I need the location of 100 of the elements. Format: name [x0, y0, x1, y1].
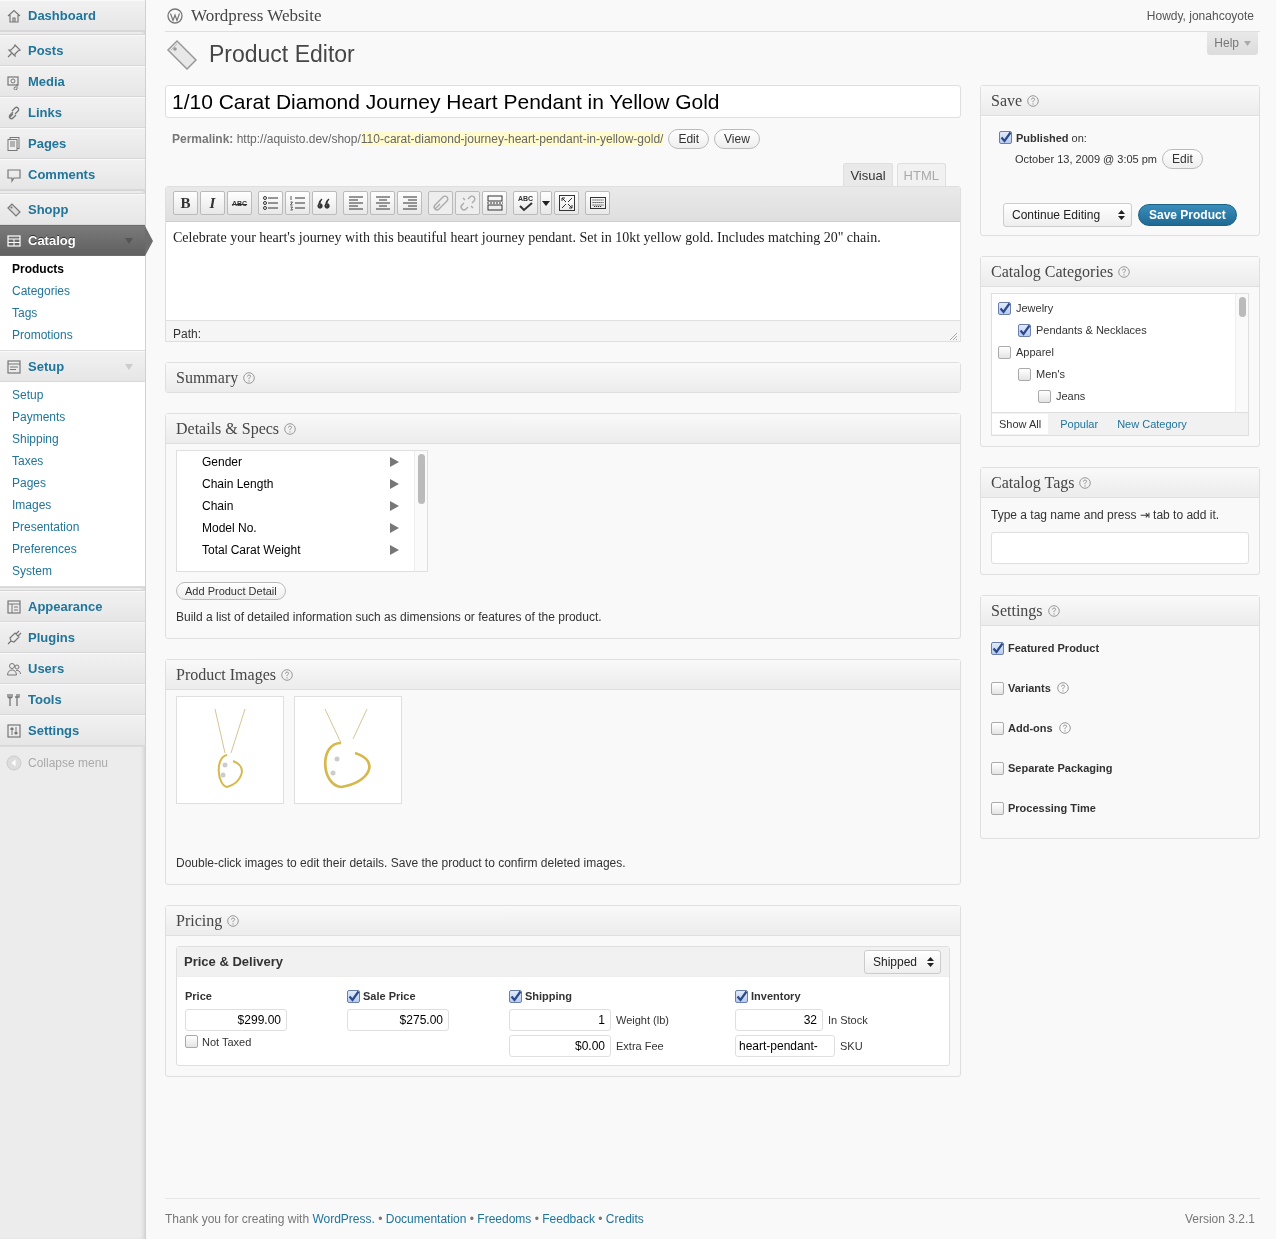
- menu-item[interactable]: Plugins: [0, 622, 145, 653]
- menu-item[interactable]: Appearance: [0, 591, 145, 622]
- editor-content[interactable]: Celebrate your heart's journey with this beautiful heart journey pendant. Set in 10kt yellow gold. Includes matching 20" chain.: [166, 222, 960, 320]
- submenu-item[interactable]: Shipping: [0, 428, 145, 450]
- checkbox[interactable]: [185, 1035, 198, 1048]
- up-down-arrows-icon: [1118, 210, 1125, 220]
- site-title[interactable]: Wordpress Website: [191, 5, 322, 26]
- help-icon: [243, 371, 256, 384]
- after-save-select[interactable]: Continue Editing: [1003, 203, 1132, 227]
- help-button[interactable]: Help: [1207, 32, 1258, 55]
- toolbar-button[interactable]: [258, 191, 283, 215]
- submenu-item[interactable]: Categories: [0, 280, 145, 302]
- category-label: Jewelry: [1016, 302, 1054, 314]
- align-left-icon: [346, 194, 365, 212]
- page-title: Product Editor: [209, 40, 355, 68]
- price-field[interactable]: heart-pendant-: [735, 1035, 835, 1057]
- edit-date-button[interactable]: Edit: [1162, 149, 1203, 169]
- checkbox[interactable]: [991, 761, 1004, 775]
- triangle-right-icon: [390, 523, 399, 533]
- type-select[interactable]: Shipped: [863, 949, 941, 974]
- tag-field[interactable]: [991, 532, 1249, 564]
- chain-link-icon: [431, 194, 450, 212]
- fullscreen-icon: [557, 194, 576, 212]
- submenu-item[interactable]: Promotions: [0, 324, 145, 346]
- category-tab[interactable]: Popular: [1060, 414, 1106, 434]
- detail-item[interactable]: Chain Length: [177, 473, 414, 495]
- caret-icon: [1244, 40, 1251, 46]
- footer-link[interactable]: Credits: [605, 1212, 644, 1226]
- checkbox[interactable]: [509, 989, 522, 1003]
- checkbox[interactable]: [1038, 389, 1051, 403]
- add-detail-button[interactable]: Add Product Detail: [176, 582, 286, 600]
- help-text: Build a list of detailed information such as dimensions or features of the product.: [176, 610, 603, 624]
- checkbox[interactable]: [999, 131, 1012, 144]
- detail-item[interactable]: Chain: [177, 495, 414, 517]
- save-product-button[interactable]: Save Product: [1138, 204, 1237, 226]
- toolbar-button[interactable]: [312, 191, 337, 215]
- submenu-item[interactable]: Preferences: [0, 538, 145, 560]
- new-category-link[interactable]: New Category: [1117, 418, 1187, 430]
- user-greeting[interactable]: Howdy, jonahcoyote: [1146, 8, 1254, 23]
- toolbar-button[interactable]: [585, 191, 610, 215]
- checkbox[interactable]: [991, 721, 1004, 735]
- submenu-item[interactable]: Images: [0, 494, 145, 516]
- price-field[interactable]: $275.00: [347, 1009, 449, 1031]
- panel-title: Catalog Tags: [991, 473, 1075, 492]
- submenu-item[interactable]: Presentation: [0, 516, 145, 538]
- editor-tab[interactable]: Visual: [843, 163, 893, 186]
- permalink-button[interactable]: View: [714, 129, 760, 149]
- title-field[interactable]: 1/10 Carat Diamond Journey Heart Pendant in Yellow Gold: [165, 85, 961, 118]
- submenu-item[interactable]: Setup: [0, 384, 145, 406]
- footer-link[interactable]: Documentation: [385, 1212, 467, 1226]
- menu-item[interactable]: Tools: [0, 684, 145, 715]
- menu-item[interactable]: Users: [0, 653, 145, 684]
- checkbox[interactable]: [991, 641, 1004, 655]
- menu-item[interactable]: Shopp: [0, 194, 145, 225]
- category-tab[interactable]: Show All: [992, 414, 1049, 434]
- scrollbar[interactable]: [1235, 294, 1248, 412]
- menu-item[interactable]: Links: [0, 97, 145, 128]
- menu-item[interactable]: Dashboard: [0, 0, 145, 31]
- detail-item[interactable]: Gender: [177, 451, 414, 473]
- checkbox[interactable]: [347, 989, 360, 1003]
- tools-icon: [6, 691, 22, 708]
- menu-item[interactable]: Media: [0, 66, 145, 97]
- footer-link[interactable]: Feedback: [542, 1212, 595, 1226]
- submenu-item[interactable]: Pages: [0, 472, 145, 494]
- toolbar-button[interactable]: [554, 191, 579, 215]
- checkbox[interactable]: [991, 681, 1004, 695]
- menu-item[interactable]: Setup: [0, 351, 145, 382]
- submenu-item[interactable]: Taxes: [0, 450, 145, 472]
- price-field[interactable]: 1: [509, 1009, 611, 1031]
- detail-item[interactable]: Model No.: [177, 517, 414, 539]
- checkbox[interactable]: [998, 301, 1011, 315]
- submenu-item[interactable]: System: [0, 560, 145, 582]
- bullet-list-icon: [261, 194, 280, 212]
- submenu-item[interactable]: Tags: [0, 302, 145, 324]
- menu-item[interactable]: Pages: [0, 128, 145, 159]
- submenu-item[interactable]: Products: [0, 258, 145, 280]
- keyboard-icon: [588, 194, 607, 212]
- toolbar-button[interactable]: [540, 191, 552, 215]
- product-image[interactable]: [294, 696, 402, 804]
- toolbar-button[interactable]: B: [173, 191, 198, 215]
- field-label: Inventory: [751, 990, 801, 1002]
- checkbox[interactable]: [1018, 323, 1031, 337]
- checkbox[interactable]: [735, 989, 748, 1003]
- scrollbar[interactable]: [414, 451, 427, 571]
- menu-item[interactable]: Settings: [0, 715, 145, 746]
- checkbox[interactable]: [991, 801, 1004, 815]
- price-field[interactable]: $299.00: [185, 1009, 287, 1031]
- footer-link[interactable]: WordPress.: [312, 1212, 375, 1226]
- submenu-item[interactable]: Payments: [0, 406, 145, 428]
- setting-label: Separate Packaging: [1008, 762, 1113, 774]
- detail-item[interactable]: Total Carat Weight: [177, 539, 414, 561]
- toolbar-button[interactable]: I: [200, 191, 225, 215]
- price-field[interactable]: $0.00: [509, 1035, 611, 1057]
- checkbox[interactable]: [998, 345, 1011, 359]
- checkbox[interactable]: [1018, 367, 1031, 381]
- permalink-button[interactable]: Edit: [668, 129, 710, 149]
- menu-item[interactable]: Posts: [0, 35, 145, 66]
- menu-item[interactable]: Comments: [0, 159, 145, 190]
- price-field[interactable]: 32: [735, 1009, 823, 1031]
- footer-link[interactable]: Freedoms: [477, 1212, 532, 1226]
